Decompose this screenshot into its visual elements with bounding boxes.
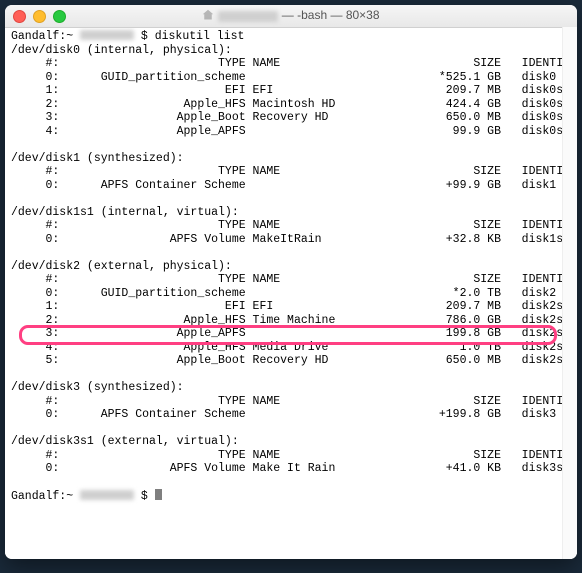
minimize-icon[interactable]	[33, 10, 46, 23]
terminal-body[interactable]: Gandalf:~ $ diskutil list /dev/disk0 (in…	[5, 28, 577, 559]
terminal-output[interactable]: Gandalf:~ $ diskutil list /dev/disk0 (in…	[5, 28, 577, 506]
redacted-username	[218, 11, 278, 22]
traffic-lights	[13, 10, 66, 23]
redacted-username	[80, 490, 134, 500]
cursor	[155, 489, 162, 500]
redacted-username	[80, 30, 134, 40]
title-suffix: — -bash — 80×38	[278, 8, 379, 22]
scrollbar[interactable]	[562, 27, 577, 559]
titlebar[interactable]: — -bash — 80×38	[5, 5, 577, 28]
close-icon[interactable]	[13, 10, 26, 23]
terminal-window: — -bash — 80×38 Gandalf:~ $ diskutil lis…	[5, 5, 577, 559]
zoom-icon[interactable]	[53, 10, 66, 23]
home-icon	[202, 9, 214, 24]
window-title: — -bash — 80×38	[5, 8, 577, 23]
